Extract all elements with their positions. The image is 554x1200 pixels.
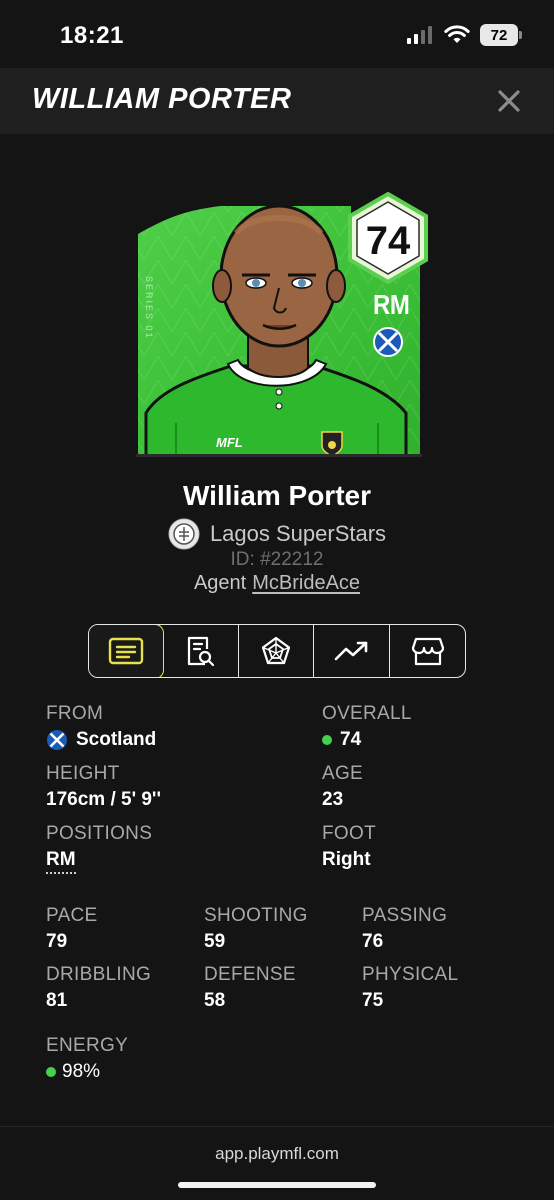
foot-value: Right — [322, 849, 371, 870]
stat-label: PACE — [46, 905, 98, 926]
stat-label: PASSING — [362, 905, 448, 926]
card-rating: 74 — [366, 219, 411, 263]
status-time: 18:21 — [60, 22, 124, 49]
stat-value: 58 — [204, 990, 226, 1011]
cellular-signal-icon — [407, 26, 432, 44]
detail-label: FROM — [46, 703, 104, 724]
stat-label: PHYSICAL — [362, 964, 459, 985]
card-position: RM — [373, 289, 410, 321]
energy-value: 98% — [62, 1061, 101, 1082]
player-card-art: MFL SERIES 01 74 — [136, 191, 428, 457]
detail-positions: POSITIONS RM — [46, 823, 152, 874]
flag-scotland-icon — [47, 730, 67, 750]
report-search-icon — [188, 636, 215, 667]
detail-label: OVERALL — [322, 703, 412, 724]
stat-label: DEFENSE — [204, 964, 296, 985]
club-logo-icon — [168, 518, 200, 550]
footer-divider — [0, 1126, 554, 1127]
stat-value: 59 — [204, 931, 226, 952]
tab-report[interactable] — [163, 625, 239, 677]
stat-value: 76 — [362, 931, 384, 952]
status-bar: 18:21 72 — [0, 0, 554, 68]
detail-foot: FOOT Right — [322, 823, 376, 871]
agent-row: Agent McBrideAce — [0, 572, 554, 595]
trend-up-icon — [334, 641, 368, 661]
store-icon — [411, 637, 444, 666]
stat-dribbling: DRIBBLING 81 — [46, 964, 151, 1012]
player-id: ID: #22212 — [230, 549, 324, 570]
stat-label: DRIBBLING — [46, 964, 152, 985]
height-value: 176cm / 5' 9'' — [46, 789, 161, 810]
app-header: WILLIAM PORTER — [0, 68, 554, 134]
stat-value: 75 — [362, 990, 384, 1011]
tab-attributes[interactable] — [239, 625, 315, 677]
stat-value: 81 — [46, 990, 68, 1011]
card-flag-scotland-icon — [373, 327, 403, 357]
detail-overall: OVERALL 74 — [322, 703, 412, 751]
club-row[interactable]: Lagos SuperStars — [0, 518, 554, 550]
stat-label: ENERGY — [46, 1035, 129, 1056]
club-name[interactable]: Lagos SuperStars — [210, 521, 386, 547]
close-icon[interactable] — [494, 86, 524, 116]
card-series-label: SERIES 01 — [144, 276, 154, 340]
detail-height: HEIGHT 176cm / 5' 9'' — [46, 763, 161, 811]
rating-badge: 74 — [348, 191, 428, 285]
agent-link[interactable]: McBrideAce — [252, 572, 360, 594]
status-dot — [322, 735, 332, 745]
detail-from: FROM Scotland — [46, 703, 156, 751]
stat-shooting: SHOOTING 59 — [204, 905, 308, 953]
agent-label: Agent — [193, 572, 247, 594]
stat-label: SHOOTING — [204, 905, 308, 926]
player-card: MFL SERIES 01 74 RM — [116, 188, 446, 468]
energy-dot — [46, 1067, 56, 1077]
country-name: Scotland — [76, 729, 157, 750]
document-lines-icon — [108, 637, 144, 665]
detail-value-row: RM — [46, 849, 152, 874]
battery-indicator: 72 — [480, 24, 522, 46]
stat-pace: PACE 79 — [46, 905, 98, 953]
detail-age: AGE 23 — [322, 763, 363, 811]
stat-passing: PASSING 76 — [362, 905, 447, 953]
page-title: WILLIAM PORTER — [32, 83, 292, 115]
detail-label: POSITIONS — [46, 823, 153, 844]
stat-defense: DEFENSE 58 — [204, 964, 296, 1012]
detail-value-row: Scotland — [46, 729, 156, 751]
wifi-icon — [444, 25, 470, 43]
tab-progression[interactable] — [314, 625, 391, 677]
stat-value: 79 — [46, 931, 68, 952]
detail-value-row: 74 — [322, 729, 412, 751]
browser-url[interactable]: app.playmfl.com — [0, 1144, 554, 1164]
stat-physical: PHYSICAL 75 — [362, 964, 458, 1012]
card-brand-label: MFL — [216, 435, 243, 450]
tab-market[interactable] — [390, 625, 465, 677]
status-icons: 72 — [406, 24, 522, 46]
overall-value: 74 — [340, 729, 362, 750]
detail-label: AGE — [322, 763, 364, 784]
position-value[interactable]: RM — [46, 849, 76, 874]
home-indicator[interactable] — [178, 1182, 376, 1188]
age-value: 23 — [322, 789, 344, 810]
tab-info[interactable] — [89, 625, 165, 677]
detail-value-row: 98% — [46, 1061, 128, 1083]
detail-label: HEIGHT — [46, 763, 120, 784]
detail-label: FOOT — [322, 823, 376, 844]
profile-tabs — [88, 624, 466, 678]
pentagon-radar-icon — [261, 636, 291, 665]
player-name: William Porter — [182, 480, 371, 511]
stat-energy: ENERGY 98% — [46, 1035, 128, 1083]
